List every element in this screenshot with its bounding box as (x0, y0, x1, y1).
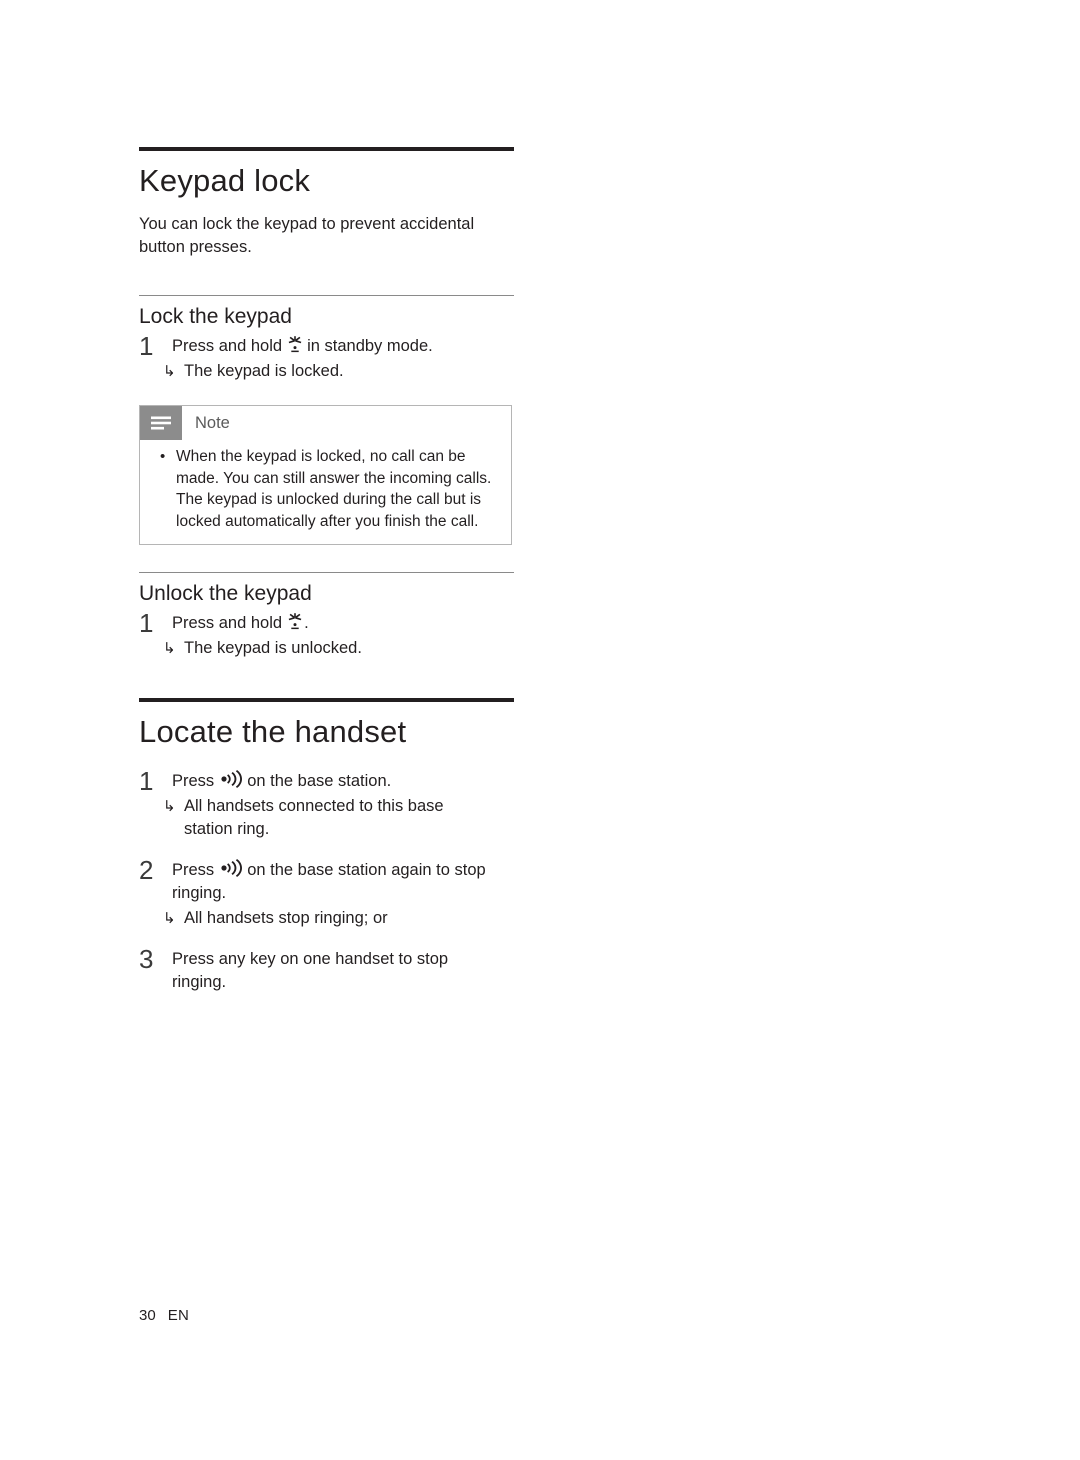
step-text: Press and hold . (172, 612, 514, 635)
step-result: ↳ All handsets connected to this base st… (163, 795, 514, 841)
section-locate-the-handset: Locate the handset 1 Press on the base s… (139, 698, 514, 994)
subsection-title: Unlock the keypad (139, 582, 312, 605)
step-text-after: . (304, 614, 309, 632)
note-box: Note • When the keypad is locked, no cal… (139, 405, 512, 545)
step-result: ↳ All handsets stop ringing; or (163, 907, 514, 930)
step-number: 1 (139, 608, 154, 638)
step-item: 1 Press and hold in standby mode. ↳ The … (139, 331, 514, 383)
step-text-after: on the base station again to stop ringin… (172, 861, 486, 902)
section-intro-text: You can lock the keypad to prevent accid… (139, 215, 475, 256)
result-text: The keypad is unlocked. (184, 639, 362, 657)
footer-language: EN (167, 1307, 190, 1324)
step-text-before: Press and hold (172, 614, 283, 632)
page-footer: 30 EN (139, 1307, 189, 1324)
result-text: All handsets stop ringing; or (184, 909, 388, 927)
step-item: 1 Press on the base station. ↳ All hands… (139, 766, 514, 841)
subsection-rule (139, 295, 514, 296)
manual-page: Keypad lock You can lock the keypad to p… (0, 0, 1080, 1460)
step-number: 3 (139, 944, 154, 974)
step-item: 2 Press on the base station again to sto… (139, 855, 514, 930)
result-arrow-icon: ↳ (163, 363, 176, 380)
page-title: Keypad lock (139, 163, 311, 198)
asterisk-key-icon (287, 612, 303, 630)
step-number: 1 (139, 331, 154, 361)
result-arrow-icon: ↳ (163, 798, 176, 815)
section-rule-heavy (139, 698, 514, 702)
subsection-lock-the-keypad: Lock the keypad 1 Press and hold in stan… (139, 295, 514, 545)
note-body: • When the keypad is locked, no call can… (140, 440, 511, 544)
section-keypad-lock: Keypad lock You can lock the keypad to p… (139, 147, 514, 259)
step-number: 2 (139, 855, 154, 885)
step-text: Press any key on one handset to stop rin… (172, 950, 449, 991)
note-bullet: • (160, 448, 166, 465)
note-label: Note (195, 413, 230, 432)
step-text: Press on the base station. (172, 770, 514, 793)
step-item: 1 Press and hold . ↳ The keypad is unloc… (139, 608, 514, 660)
subsection-title: Lock the keypad (139, 305, 292, 328)
subsection-unlock-the-keypad: Unlock the keypad 1 Press and hold . ↳ T… (139, 572, 514, 660)
note-item: • When the keypad is locked, no call can… (160, 446, 499, 532)
result-arrow-icon: ↳ (163, 910, 176, 927)
step-text-before: Press (172, 861, 215, 879)
step-result: ↳ The keypad is locked. (163, 360, 514, 383)
step-number: 1 (139, 766, 154, 796)
note-header: Note (140, 406, 511, 440)
step-text-after: on the base station. (247, 772, 392, 790)
section-rule-heavy (139, 147, 514, 151)
section-title: Locate the handset (139, 714, 407, 749)
step-text: Press and hold in standby mode. (172, 335, 514, 358)
asterisk-key-icon (287, 335, 303, 353)
result-arrow-icon: ↳ (163, 640, 176, 657)
subsection-rule (139, 572, 514, 573)
note-item-text: When the keypad is locked, no call can b… (176, 448, 492, 530)
paging-key-icon (220, 859, 243, 877)
result-text: All handsets connected to this base stat… (184, 797, 444, 838)
step-result: ↳ The keypad is unlocked. (163, 637, 514, 660)
step-text: Press on the base station again to stop … (172, 859, 492, 905)
result-text: The keypad is locked. (184, 362, 344, 380)
step-item: 3 Press any key on one handset to stop r… (139, 944, 514, 994)
step-text-before: Press (172, 772, 215, 790)
footer-page-number: 30 (139, 1307, 156, 1324)
step-text-before: Press and hold (172, 337, 283, 355)
paging-key-icon (220, 770, 243, 788)
note-lines-icon (140, 406, 182, 440)
step-text-after: in standby mode. (307, 337, 433, 355)
